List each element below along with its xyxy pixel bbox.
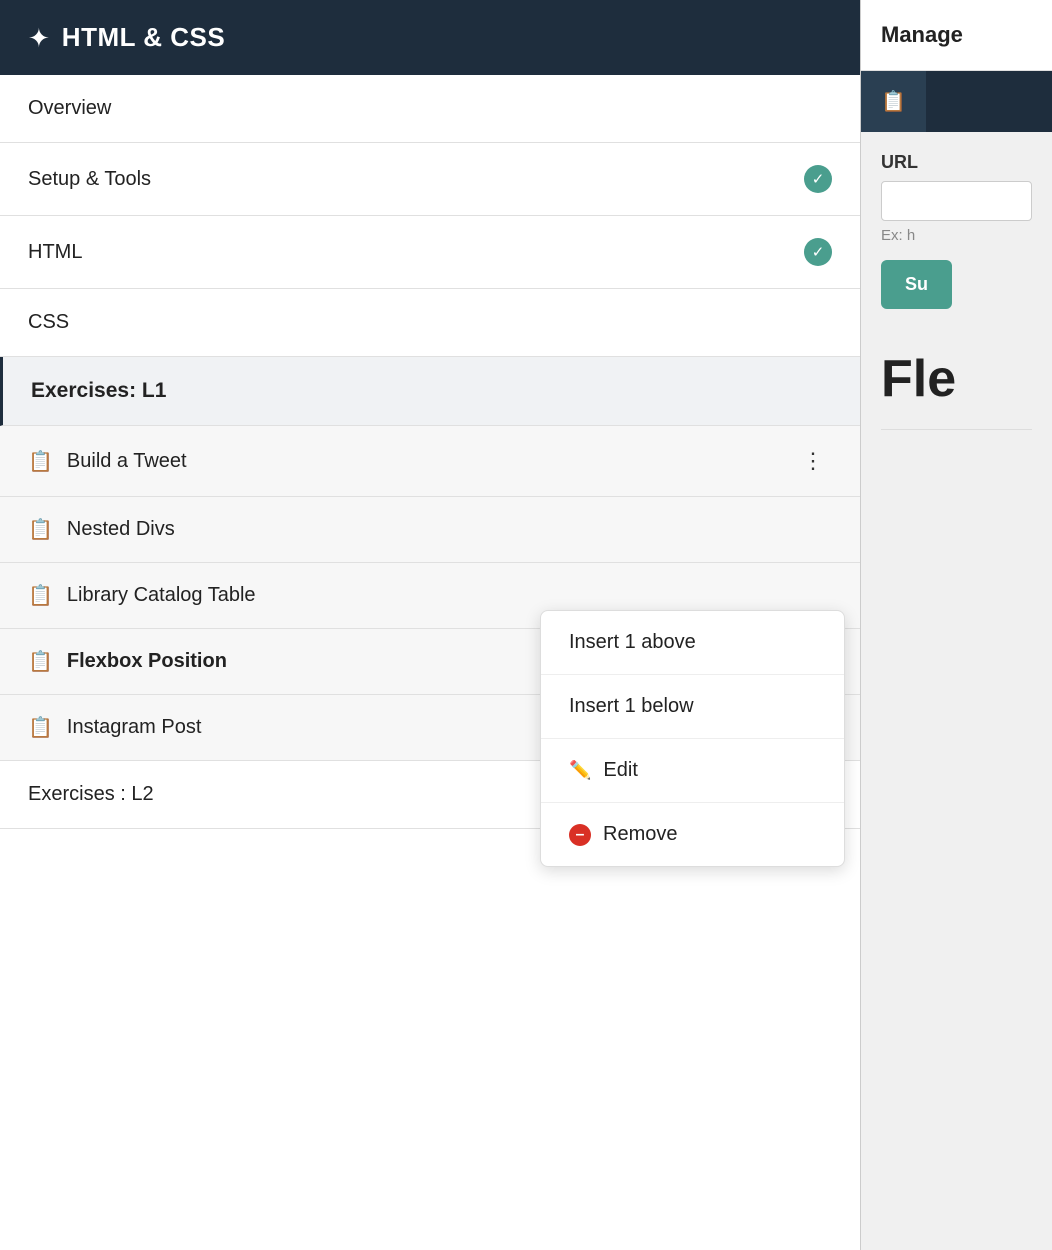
exercise-item-left: 📋 Library Catalog Table — [28, 583, 256, 608]
url-input[interactable] — [881, 181, 1032, 221]
right-tab-active[interactable]: 📋 — [861, 71, 926, 132]
exercise-instagram-label: Instagram Post — [67, 716, 202, 739]
sidebar: ✦ HTML & CSS Overview Setup & Tools ✓ HT… — [0, 0, 860, 1250]
exercises-l2-label: Exercises : L2 — [28, 783, 154, 806]
submit-button[interactable]: Su — [881, 260, 952, 309]
right-panel-content: URL Ex: h Su — [861, 132, 1052, 329]
url-hint: Ex: h — [881, 227, 1032, 244]
right-panel-tabs: 📋 — [861, 71, 1052, 132]
exercise-item-nested-divs[interactable]: 📋 Nested Divs — [0, 497, 860, 563]
remove-label: Remove — [603, 823, 677, 846]
right-panel-header: Manage — [861, 0, 1052, 71]
section-divider — [881, 429, 1032, 430]
clipboard-icon: 📋 — [28, 649, 53, 674]
clipboard-icon: 📋 — [28, 715, 53, 740]
context-menu-insert-above[interactable]: Insert 1 above — [541, 611, 844, 675]
exercise-build-tweet-label: Build a Tweet — [67, 450, 187, 473]
exercise-library-label: Library Catalog Table — [67, 584, 256, 607]
sidebar-item-overview-label: Overview — [28, 97, 111, 120]
sidebar-item-css[interactable]: CSS — [0, 289, 860, 357]
clipboard-icon: 📋 — [28, 449, 53, 474]
check-icon-setup: ✓ — [804, 165, 832, 193]
pencil-icon: ✏️ — [569, 760, 591, 781]
manage-label: Manage — [881, 22, 963, 47]
context-menu-insert-below[interactable]: Insert 1 below — [541, 675, 844, 739]
clipboard-icon: 📋 — [28, 517, 53, 542]
sidebar-item-html[interactable]: HTML ✓ — [0, 216, 860, 289]
star-icon: ✦ — [28, 25, 50, 51]
exercise-item-build-tweet[interactable]: 📋 Build a Tweet ⋮ — [0, 426, 860, 497]
clipboard-icon: 📋 — [28, 583, 53, 608]
insert-above-label: Insert 1 above — [569, 631, 696, 654]
exercise-item-left: 📋 Build a Tweet — [28, 449, 187, 474]
right-panel: Manage 📋 URL Ex: h Su Fle — [860, 0, 1052, 1250]
sidebar-header: ✦ HTML & CSS — [0, 0, 860, 75]
context-menu-remove[interactable]: – Remove — [541, 803, 844, 866]
exercise-item-left: 📋 Flexbox Position — [28, 649, 227, 674]
insert-below-label: Insert 1 below — [569, 695, 694, 718]
sidebar-item-setup-tools[interactable]: Setup & Tools ✓ — [0, 143, 860, 216]
context-menu-edit[interactable]: ✏️ Edit — [541, 739, 844, 803]
url-label: URL — [881, 152, 1032, 173]
remove-icon: – — [569, 824, 591, 846]
dots-menu-button[interactable]: ⋮ — [794, 446, 832, 476]
exercise-flexbox-label: Flexbox Position — [67, 650, 227, 673]
check-icon-html: ✓ — [804, 238, 832, 266]
sidebar-item-html-label: HTML — [28, 241, 82, 264]
sidebar-section-exercises-l1[interactable]: Exercises: L1 — [0, 357, 860, 426]
sidebar-title: HTML & CSS — [62, 22, 225, 53]
edit-label: Edit — [603, 759, 637, 782]
tab-clipboard-icon: 📋 — [881, 89, 906, 114]
sidebar-item-setup-tools-label: Setup & Tools — [28, 168, 151, 191]
exercises-l1-label: Exercises: L1 — [31, 379, 166, 403]
exercise-nested-divs-label: Nested Divs — [67, 518, 175, 541]
sidebar-item-overview[interactable]: Overview — [0, 75, 860, 143]
section-title: Fle — [861, 329, 1052, 429]
sidebar-item-css-label: CSS — [28, 311, 69, 334]
context-menu: Insert 1 above Insert 1 below ✏️ Edit – … — [540, 610, 845, 867]
exercise-item-left: 📋 Nested Divs — [28, 517, 175, 542]
exercise-item-left: 📋 Instagram Post — [28, 715, 201, 740]
